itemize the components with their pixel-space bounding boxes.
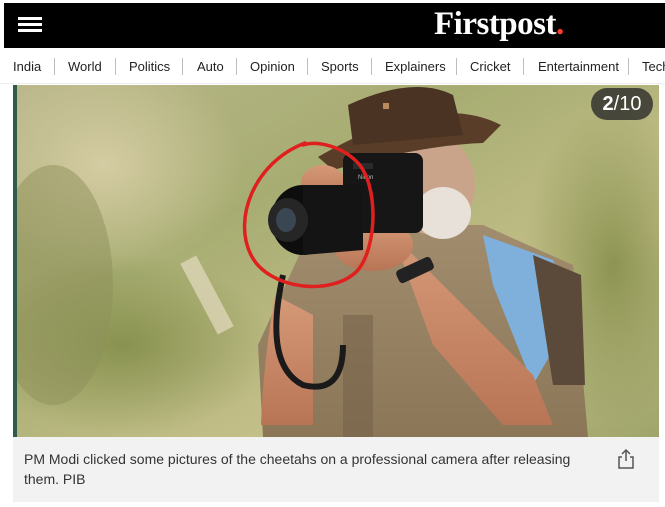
nav-item-explainers[interactable]: Explainers bbox=[385, 59, 446, 74]
caption-panel: PM Modi clicked some pictures of the che… bbox=[13, 437, 659, 502]
nav-divider bbox=[456, 58, 457, 75]
category-nav: India World Politics Auto Opinion Sports… bbox=[0, 48, 665, 84]
share-icon[interactable] bbox=[617, 448, 635, 470]
photo-caption: PM Modi clicked some pictures of the che… bbox=[24, 451, 571, 487]
nav-item-auto[interactable]: Auto bbox=[197, 59, 224, 74]
nav-divider bbox=[182, 58, 183, 75]
nav-item-sports[interactable]: Sports bbox=[321, 59, 359, 74]
nav-divider bbox=[371, 58, 372, 75]
top-bar: Firstpost. bbox=[4, 3, 665, 48]
photo-illustration: Nikon bbox=[13, 85, 659, 437]
gallery-counter-badge: 2/10 bbox=[591, 88, 653, 120]
nav-divider bbox=[307, 58, 308, 75]
nav-divider bbox=[54, 58, 55, 75]
nav-item-cricket[interactable]: Cricket bbox=[470, 59, 510, 74]
gallery-photo[interactable]: Nikon 2/10 bbox=[13, 85, 659, 437]
nav-item-world[interactable]: World bbox=[68, 59, 102, 74]
nav-divider bbox=[523, 58, 524, 75]
hamburger-menu-icon[interactable] bbox=[18, 16, 42, 33]
nav-item-tech[interactable]: Tech bbox=[642, 59, 665, 74]
nav-divider bbox=[115, 58, 116, 75]
nav-item-entertainment[interactable]: Entertainment bbox=[538, 59, 619, 74]
nav-item-india[interactable]: India bbox=[13, 59, 41, 74]
nav-item-opinion[interactable]: Opinion bbox=[250, 59, 295, 74]
site-logo[interactable]: Firstpost. bbox=[434, 6, 564, 43]
nav-divider bbox=[236, 58, 237, 75]
nav-item-politics[interactable]: Politics bbox=[129, 59, 170, 74]
nav-divider bbox=[628, 58, 629, 75]
